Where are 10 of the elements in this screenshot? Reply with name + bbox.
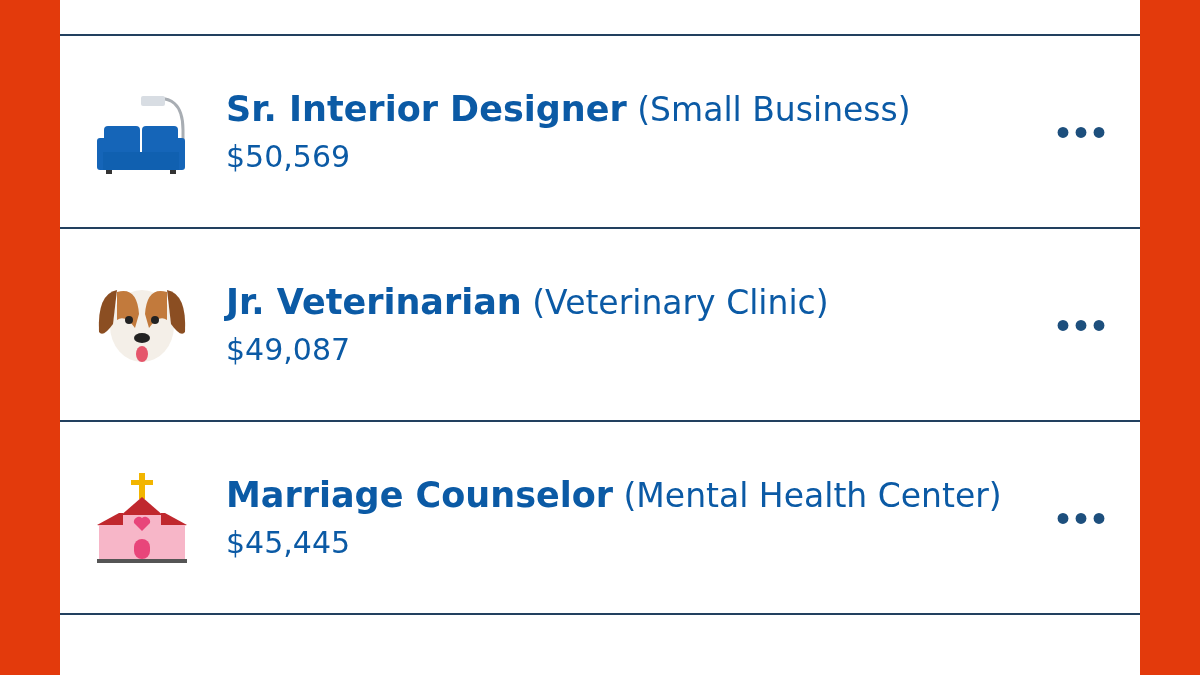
more-options-button[interactable]: ••• <box>1056 111 1110 152</box>
job-title: Jr. Veterinarian (Veterinary Clinic) <box>226 282 830 322</box>
salary-text: $45,445 <box>226 525 352 560</box>
job-title: Marriage Counselor (Mental Health Center) <box>226 475 1003 515</box>
more-options-button[interactable]: ••• <box>1056 497 1110 538</box>
salary-text: $50,569 <box>226 139 352 174</box>
salary-text: $49,087 <box>226 332 352 367</box>
chapel-icon <box>97 472 187 563</box>
job-title: Sr. Interior Designer (Small Business) <box>226 89 912 129</box>
more-options-button[interactable]: ••• <box>1056 304 1110 345</box>
